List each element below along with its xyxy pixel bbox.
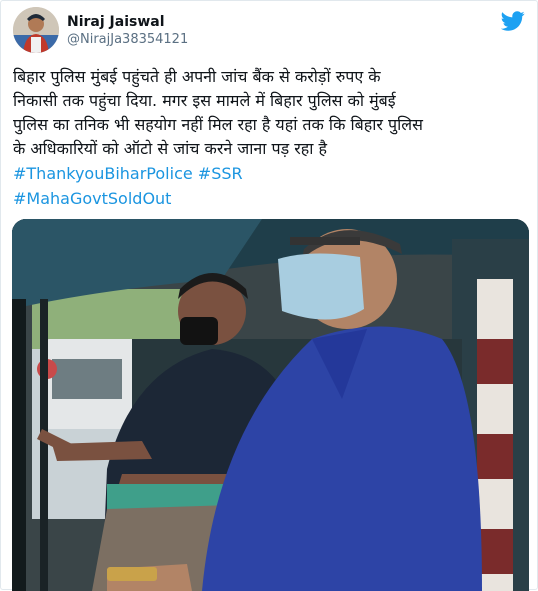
hashtag-thankyoubiharpolice[interactable]: #ThankyouBiharPolice #SSR — [13, 161, 527, 186]
tweet-text: बिहार पुलिस मुंबई पहुंचते ही अपनी जांच ब… — [13, 67, 423, 158]
tweet-photo[interactable] — [12, 219, 529, 591]
user-avatar[interactable] — [13, 7, 59, 53]
author-handle[interactable]: @NirajJa38354121 — [67, 31, 188, 49]
tweet-card: Niraj Jaiswal @NirajJa38354121 बिहार पुल… — [0, 0, 538, 591]
hashtag-link[interactable]: #MahaGovtSoldOut — [13, 189, 171, 208]
auto-rickshaw-photo — [12, 219, 529, 591]
tweet-header: Niraj Jaiswal @NirajJa38354121 — [13, 7, 525, 55]
twitter-bird-icon[interactable] — [501, 9, 525, 33]
hashtag-link[interactable]: #SSR — [198, 164, 243, 183]
hashtag-mahagovtsoldout[interactable]: #MahaGovtSoldOut — [13, 186, 527, 211]
hashtag-link[interactable]: #ThankyouBiharPolice — [13, 164, 193, 183]
author-display-name[interactable]: Niraj Jaiswal — [67, 13, 188, 31]
tweet-hashtags: #ThankyouBiharPolice #SSR #MahaGovtSoldO… — [13, 161, 527, 211]
avatar-image — [13, 7, 59, 53]
